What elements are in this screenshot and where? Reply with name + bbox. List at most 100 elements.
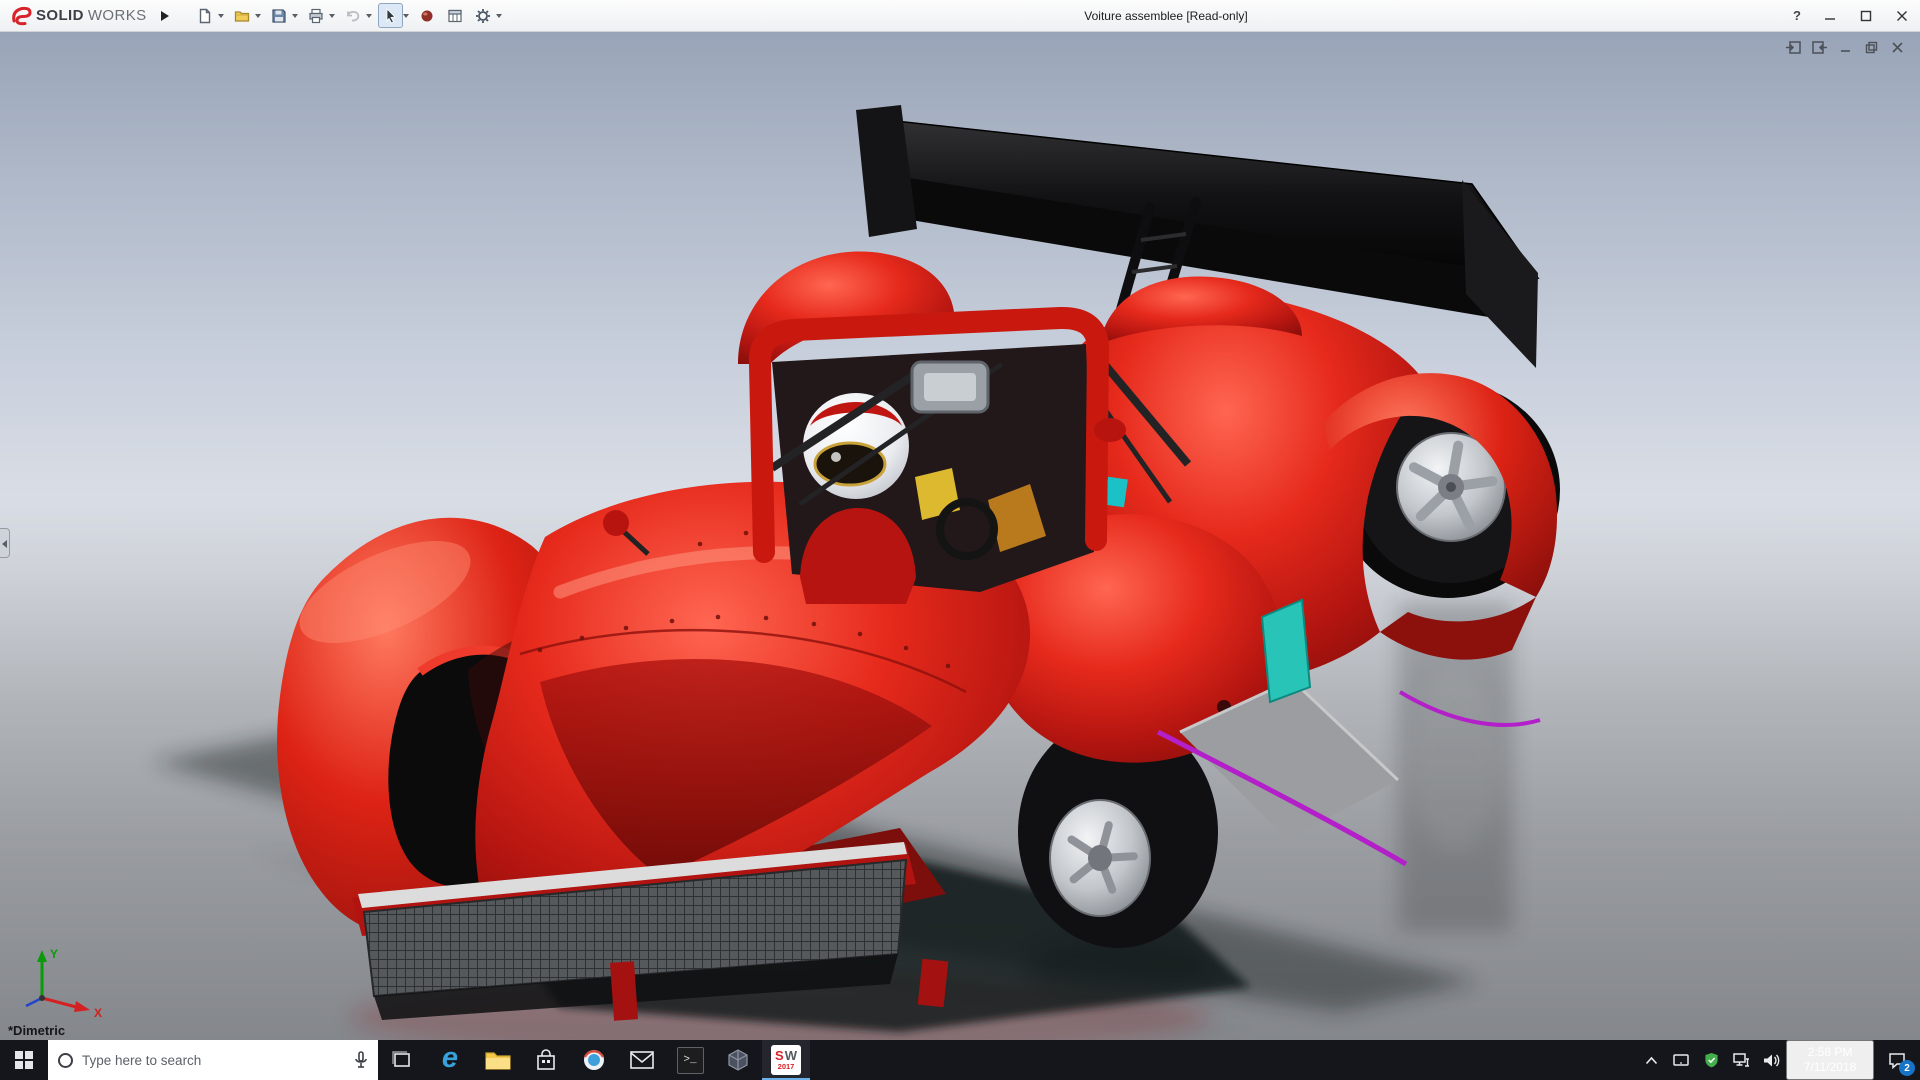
tray-volume-button[interactable]	[1756, 1040, 1786, 1080]
windows-logo-icon	[15, 1051, 33, 1069]
solidworks-app-icon: SW 2017	[771, 1045, 801, 1075]
taskbar-app-cad-viewer[interactable]	[714, 1040, 762, 1080]
dropdown-caret[interactable]	[328, 13, 335, 18]
microphone-icon[interactable]	[354, 1051, 368, 1069]
dropdown-caret[interactable]	[254, 13, 261, 18]
quick-access-toolbar	[193, 3, 505, 28]
window-controls: ?	[1782, 0, 1920, 31]
print-button[interactable]	[304, 3, 329, 28]
taskbar-app-mail[interactable]	[618, 1040, 666, 1080]
options-gear-icon	[476, 8, 491, 23]
chevron-up-icon	[1645, 1056, 1657, 1064]
task-view-icon	[392, 1051, 410, 1067]
sw-year: 2017	[777, 1062, 795, 1072]
volume-icon	[1763, 1054, 1779, 1066]
system-tray: 2:58 PM 7/11/2018 2	[1636, 1040, 1920, 1080]
network-icon	[1732, 1053, 1749, 1067]
doc-close-button[interactable]	[1888, 38, 1906, 56]
taskbar-search[interactable]	[48, 1040, 378, 1080]
taskbar-clock[interactable]: 2:58 PM 7/11/2018	[1786, 1040, 1874, 1080]
tray-security-button[interactable]	[1696, 1040, 1726, 1080]
save-floppy-icon	[272, 8, 286, 23]
dropdown-caret[interactable]	[402, 13, 409, 18]
ds-logo-icon	[12, 6, 32, 25]
taskbar-app-edge[interactable]: e	[426, 1040, 474, 1080]
close-button[interactable]	[1884, 0, 1920, 31]
maximize-button[interactable]	[1848, 0, 1884, 31]
undo-button[interactable]	[341, 3, 366, 28]
doc-minimize-icon	[1840, 49, 1850, 52]
store-bag-icon	[537, 1049, 555, 1070]
search-input[interactable]	[82, 1052, 345, 1068]
clock-time: 2:58 PM	[1807, 1045, 1853, 1059]
undock-pane-button[interactable]	[1810, 38, 1828, 56]
brand-text-bold: SOLID	[36, 7, 84, 24]
options-button[interactable]	[471, 3, 496, 28]
dropdown-caret[interactable]	[365, 13, 372, 18]
document-window-controls	[1784, 38, 1906, 56]
print-icon	[309, 8, 323, 23]
left-mirror	[603, 510, 629, 536]
cortana-icon	[58, 1052, 73, 1068]
maximize-icon	[1860, 10, 1872, 21]
flyout-arrow-icon	[160, 10, 169, 21]
doc-restore-button[interactable]	[1862, 38, 1880, 56]
edit-appearance-button[interactable]	[415, 3, 440, 28]
taskbar-app-solidworks[interactable]: SW 2017	[762, 1040, 810, 1080]
mail-envelope-icon	[630, 1051, 654, 1069]
file-explorer-icon	[485, 1052, 511, 1070]
help-button[interactable]: ?	[1782, 0, 1812, 31]
window-title: Voiture assemblee [Read-only]	[1084, 9, 1248, 23]
tray-network-button[interactable]	[1726, 1040, 1756, 1080]
command-prompt-icon: >_	[676, 1046, 704, 1074]
dropdown-caret[interactable]	[495, 13, 502, 18]
clock-date: 7/11/2018	[1803, 1060, 1857, 1074]
task-view-button[interactable]	[378, 1040, 426, 1080]
menu-flyout-button[interactable]	[155, 3, 175, 29]
dropdown-caret[interactable]	[291, 13, 298, 18]
brand-text-light: WORKS	[87, 7, 147, 24]
triad-y-label: Y	[50, 947, 58, 961]
dock-pane-button[interactable]	[1784, 38, 1802, 56]
graphics-area[interactable]: Y X *Dimetric	[0, 32, 1920, 1040]
edge-icon: e	[441, 1041, 459, 1074]
appearance-sphere-icon	[421, 10, 433, 21]
solidworks-brand: SOLID WORKS	[0, 0, 155, 31]
notification-badge: 2	[1899, 1060, 1915, 1076]
cad-cube-icon	[728, 1049, 748, 1071]
taskbar-app-browser[interactable]	[570, 1040, 618, 1080]
new-document-button[interactable]	[193, 3, 218, 28]
open-folder-icon	[234, 10, 249, 22]
dropdown-caret[interactable]	[217, 13, 224, 18]
3d-model-race-car	[150, 105, 1560, 1040]
design-table-icon	[448, 9, 462, 22]
undock-pane-icon	[1811, 40, 1827, 54]
taskbar-app-store[interactable]	[522, 1040, 570, 1080]
cowl-intake-inner	[924, 373, 976, 401]
browser-globe-icon	[583, 1050, 605, 1070]
windows-taskbar: e >_	[0, 1040, 1920, 1080]
feature-panel-tab[interactable]	[0, 528, 10, 558]
design-table-button[interactable]	[443, 3, 468, 28]
tray-tablet-button[interactable]	[1666, 1040, 1696, 1080]
view-orientation-label: *Dimetric	[8, 1023, 66, 1038]
app-title-bar: SOLID WORKS Voiture assemblee [Read-only…	[0, 0, 1920, 32]
open-button[interactable]	[230, 3, 255, 28]
dock-pane-icon	[1785, 40, 1801, 54]
minimize-icon	[1825, 17, 1835, 20]
save-button[interactable]	[267, 3, 292, 28]
doc-restore-icon	[1865, 41, 1877, 53]
doc-minimize-button[interactable]	[1836, 38, 1854, 56]
undo-icon	[347, 10, 360, 21]
minimize-button[interactable]	[1812, 0, 1848, 31]
taskbar-app-file-explorer[interactable]	[474, 1040, 522, 1080]
taskbar-app-command-prompt[interactable]: >_	[666, 1040, 714, 1080]
shield-icon	[1704, 1052, 1718, 1068]
action-center-button[interactable]: 2	[1874, 1040, 1920, 1080]
hidden-icons-button[interactable]	[1636, 1040, 1666, 1080]
new-document-icon	[199, 8, 211, 23]
select-tool-button[interactable]	[377, 3, 403, 28]
sw-letter-w: W	[784, 1048, 797, 1064]
cockpit-teal-panel	[1104, 476, 1128, 508]
start-button[interactable]	[0, 1040, 48, 1080]
